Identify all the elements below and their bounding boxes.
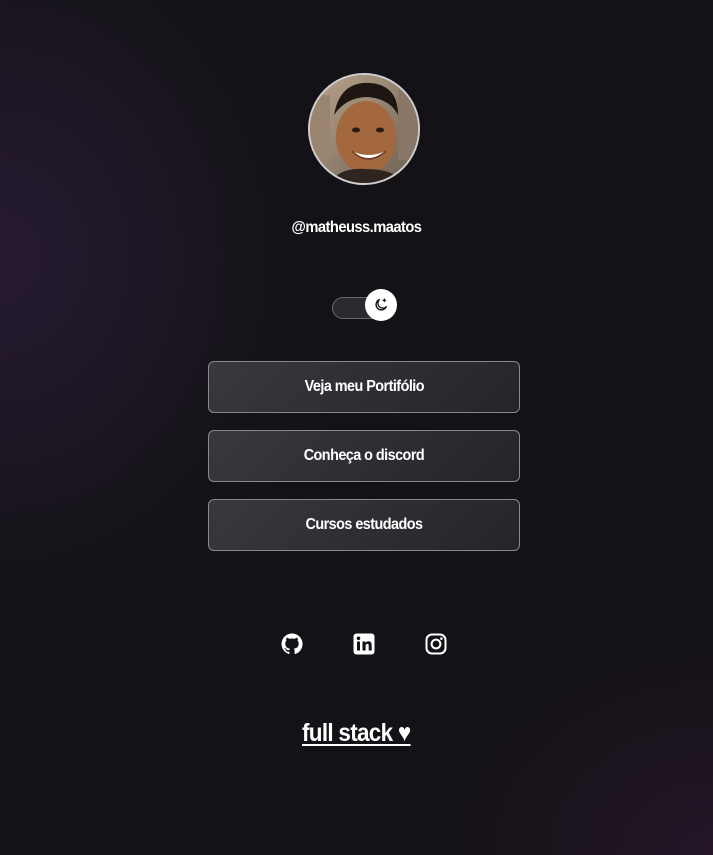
theme-toggle[interactable] <box>332 289 397 321</box>
discord-button-label: Conheça o discord <box>303 447 425 464</box>
portfolio-button[interactable]: Veja meu Portifólio <box>208 361 520 413</box>
avatar <box>308 73 420 185</box>
portfolio-button-label: Veja meu Portifólio <box>304 378 424 395</box>
avatar-image <box>310 75 418 183</box>
github-link[interactable] <box>280 632 304 656</box>
instagram-icon <box>425 633 447 655</box>
courses-button-label: Cursos estudados <box>305 516 424 533</box>
footer: full stack ♥ <box>0 719 713 748</box>
moon-icon <box>375 298 387 311</box>
courses-button[interactable]: Cursos estudados <box>208 499 520 551</box>
toggle-knob[interactable] <box>365 289 397 321</box>
footer-link[interactable]: full stack ♥ <box>302 719 411 748</box>
linkedin-link[interactable] <box>352 632 376 656</box>
discord-button[interactable]: Conheça o discord <box>208 430 520 482</box>
linkedin-icon <box>353 633 375 655</box>
page: @matheuss.maatos Veja meu Portifólio Con… <box>0 0 713 855</box>
github-icon <box>281 633 303 654</box>
username: @matheuss.maatos <box>291 219 422 236</box>
instagram-link[interactable] <box>424 632 448 656</box>
